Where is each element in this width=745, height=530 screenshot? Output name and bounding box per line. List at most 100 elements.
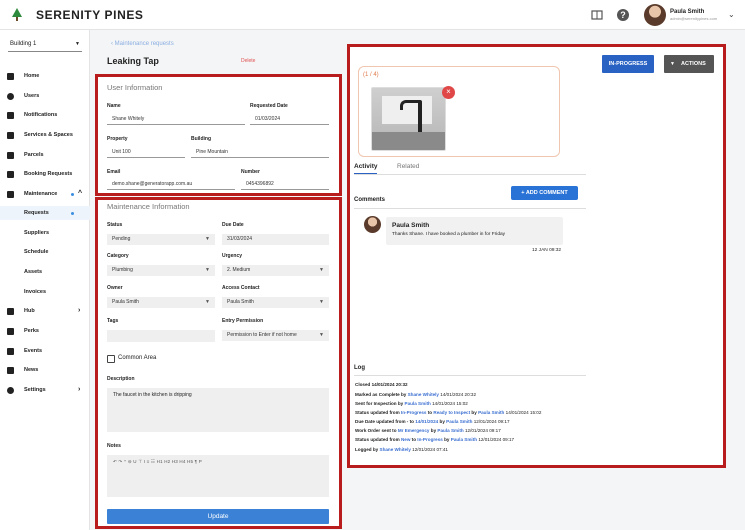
entry-permission-select[interactable]: Permission to Enter if not home ▼ — [222, 330, 329, 341]
due-date-value: 31/03/2024 — [227, 236, 253, 242]
sidebar-subitem-schedule[interactable]: Schedule — [0, 245, 90, 259]
sidebar-item-booking[interactable]: Booking Requests — [0, 167, 90, 181]
due-date-field[interactable]: 31/03/2024 — [222, 234, 329, 245]
log-date-link[interactable]: 14/01/2024 — [415, 419, 438, 424]
help-icon[interactable]: ? — [617, 9, 629, 21]
status-select[interactable]: Pending ▼ — [107, 234, 215, 245]
building-field[interactable]: Pine Mountain — [191, 146, 329, 158]
log-text: Logged by — [355, 447, 380, 452]
sidebar-item-parcels[interactable]: Parcels — [0, 148, 90, 162]
common-area-checkbox[interactable] — [107, 355, 115, 363]
log-status-link[interactable]: New — [401, 437, 410, 442]
field-label: Owner — [107, 285, 123, 291]
tab-related[interactable]: Related — [397, 163, 419, 170]
entry-permission-value: Permission to Enter if not home — [227, 332, 297, 338]
field-label: Tags — [107, 318, 119, 324]
chevron-down-icon: ▼ — [670, 61, 675, 67]
book-icon[interactable] — [591, 9, 603, 21]
notes-editor[interactable]: ↶ ↷ ⁼ ⊖ U ⊤ I ≡ ☷ H1 H2 H3 H4 H5 ¶ P — [107, 455, 329, 497]
sidebar-item-label: Home — [24, 73, 40, 79]
log-entry: Due Date updated from - to 14/01/2024 by… — [355, 419, 510, 424]
description-textarea[interactable]: The faucet in the kitchen is dripping — [107, 388, 329, 432]
breadcrumb-label: Maintenance requests — [114, 41, 174, 47]
log-time: 12/01/2024 09:17 — [477, 437, 515, 442]
sidebar-item-maintenance[interactable]: Maintenance ^ — [0, 187, 90, 201]
log-supplier-link[interactable]: Mr Emergency — [398, 428, 430, 433]
field-label: Name — [107, 103, 121, 109]
sidebar-item-users[interactable]: Users — [0, 89, 90, 103]
brand-logo-text: SERENITY PINES — [36, 8, 144, 22]
sidebar-item-label: Invoices — [24, 289, 47, 295]
log-entry: Marked as Complete by Shane Whitely 14/0… — [355, 392, 476, 397]
email-field[interactable]: demo.shane@generatorapp.com.au — [107, 178, 235, 190]
log-entry: Work Order sent to Mr Emergency by Paula… — [355, 428, 501, 433]
sidebar-item-label: Requests — [24, 210, 49, 216]
news-icon — [7, 367, 14, 374]
log-text: Status updated from — [355, 410, 401, 415]
owner-select[interactable]: Paula Smith ▼ — [107, 297, 215, 308]
field-label: Requested Date — [250, 103, 288, 109]
sidebar-item-label: Notifications — [24, 112, 58, 118]
tab-divider — [354, 174, 586, 175]
sidebar-item-label: Users — [24, 93, 40, 99]
chevron-down-icon[interactable]: ⌄ — [728, 10, 735, 19]
sidebar-item-label: Booking Requests — [24, 171, 73, 177]
add-comment-button[interactable]: + ADD COMMENT — [511, 186, 578, 200]
editor-toolbar[interactable]: ↶ ↷ ⁼ ⊖ U ⊤ I ≡ ☷ H1 H2 H3 H4 H5 ¶ P — [113, 459, 202, 465]
actions-button[interactable]: ▼ ACTIONS — [664, 55, 714, 73]
log-text: Work Order sent to — [355, 428, 398, 433]
log-user-link[interactable]: Paula Smith — [437, 428, 463, 433]
remove-photo-close-icon[interactable]: × — [442, 86, 455, 99]
sidebar-subitem-assets[interactable]: Assets — [0, 265, 90, 279]
photo-thumbnail[interactable] — [371, 87, 446, 151]
log-status-link[interactable]: In-Progress — [417, 437, 443, 442]
user-icon — [7, 93, 14, 100]
log-status-link[interactable]: Ready to Inspect — [433, 410, 470, 415]
sidebar-item-label: News — [24, 367, 39, 373]
update-button[interactable]: Update — [107, 509, 329, 524]
number-field[interactable]: 0454396892 — [241, 178, 329, 190]
sidebar-item-hub[interactable]: Hub › — [0, 304, 90, 318]
sidebar-item-notifications[interactable]: Notifications — [0, 108, 90, 122]
building-select[interactable]: Building 1 ▼ — [8, 38, 82, 52]
log-user-link[interactable]: Shane Whitely — [408, 392, 439, 397]
log-text: by — [470, 410, 479, 415]
field-label: Access Contact — [222, 285, 260, 291]
sidebar-item-label: Schedule — [24, 249, 49, 255]
sidebar-item-perks[interactable]: Perks — [0, 324, 90, 338]
common-area-label: Common Area — [118, 355, 157, 361]
log-user-link[interactable]: Paula Smith — [451, 437, 477, 442]
sidebar-item-label: Settings — [24, 387, 46, 393]
log-user-link[interactable]: Paula Smith — [405, 401, 431, 406]
active-dot — [71, 193, 74, 196]
sidebar-item-news[interactable]: News — [0, 363, 90, 377]
sidebar: Building 1 ▼ — [0, 30, 90, 530]
property-field[interactable]: Unit 100 — [107, 146, 185, 158]
in-progress-status-button[interactable]: IN-PROGRESS — [602, 55, 654, 73]
sidebar-subitem-invoices[interactable]: Invoices — [0, 285, 90, 299]
sidebar-subitem-requests[interactable]: Requests — [0, 206, 90, 220]
sidebar-item-events[interactable]: Events — [0, 344, 90, 358]
sidebar-item-label: Services & Spaces — [24, 132, 73, 138]
urgency-select[interactable]: 2. Medium ▼ — [222, 265, 329, 276]
breadcrumb-back-link[interactable]: ‹ Maintenance requests — [111, 41, 174, 47]
avatar[interactable] — [644, 4, 666, 26]
log-status-link[interactable]: In-Progress — [401, 410, 427, 415]
log-user-link[interactable]: Shane Whitely — [380, 447, 411, 452]
home-icon — [7, 73, 14, 80]
delete-button[interactable]: Delete — [241, 58, 255, 64]
access-contact-select[interactable]: Paula Smith ▼ — [222, 297, 329, 308]
wrench-icon — [7, 191, 14, 198]
log-user-link[interactable]: Paula Smith — [446, 419, 472, 424]
log-user-link[interactable]: Paula Smith — [478, 410, 504, 415]
requested-date-field[interactable]: 01/03/2024 — [250, 113, 329, 125]
photo-gallery: (1 / 4) — [358, 66, 560, 157]
sidebar-item-services[interactable]: Services & Spaces — [0, 128, 90, 142]
sidebar-subitem-suppliers[interactable]: Suppliers — [0, 226, 90, 240]
tags-input[interactable] — [107, 330, 215, 342]
name-field[interactable]: Shane Whitely — [107, 113, 245, 125]
category-select[interactable]: Plumbing ▼ — [107, 265, 215, 276]
sidebar-item-home[interactable]: Home — [0, 69, 90, 83]
sidebar-item-settings[interactable]: Settings › — [0, 383, 90, 397]
sidebar-item-label: Maintenance — [24, 191, 58, 197]
